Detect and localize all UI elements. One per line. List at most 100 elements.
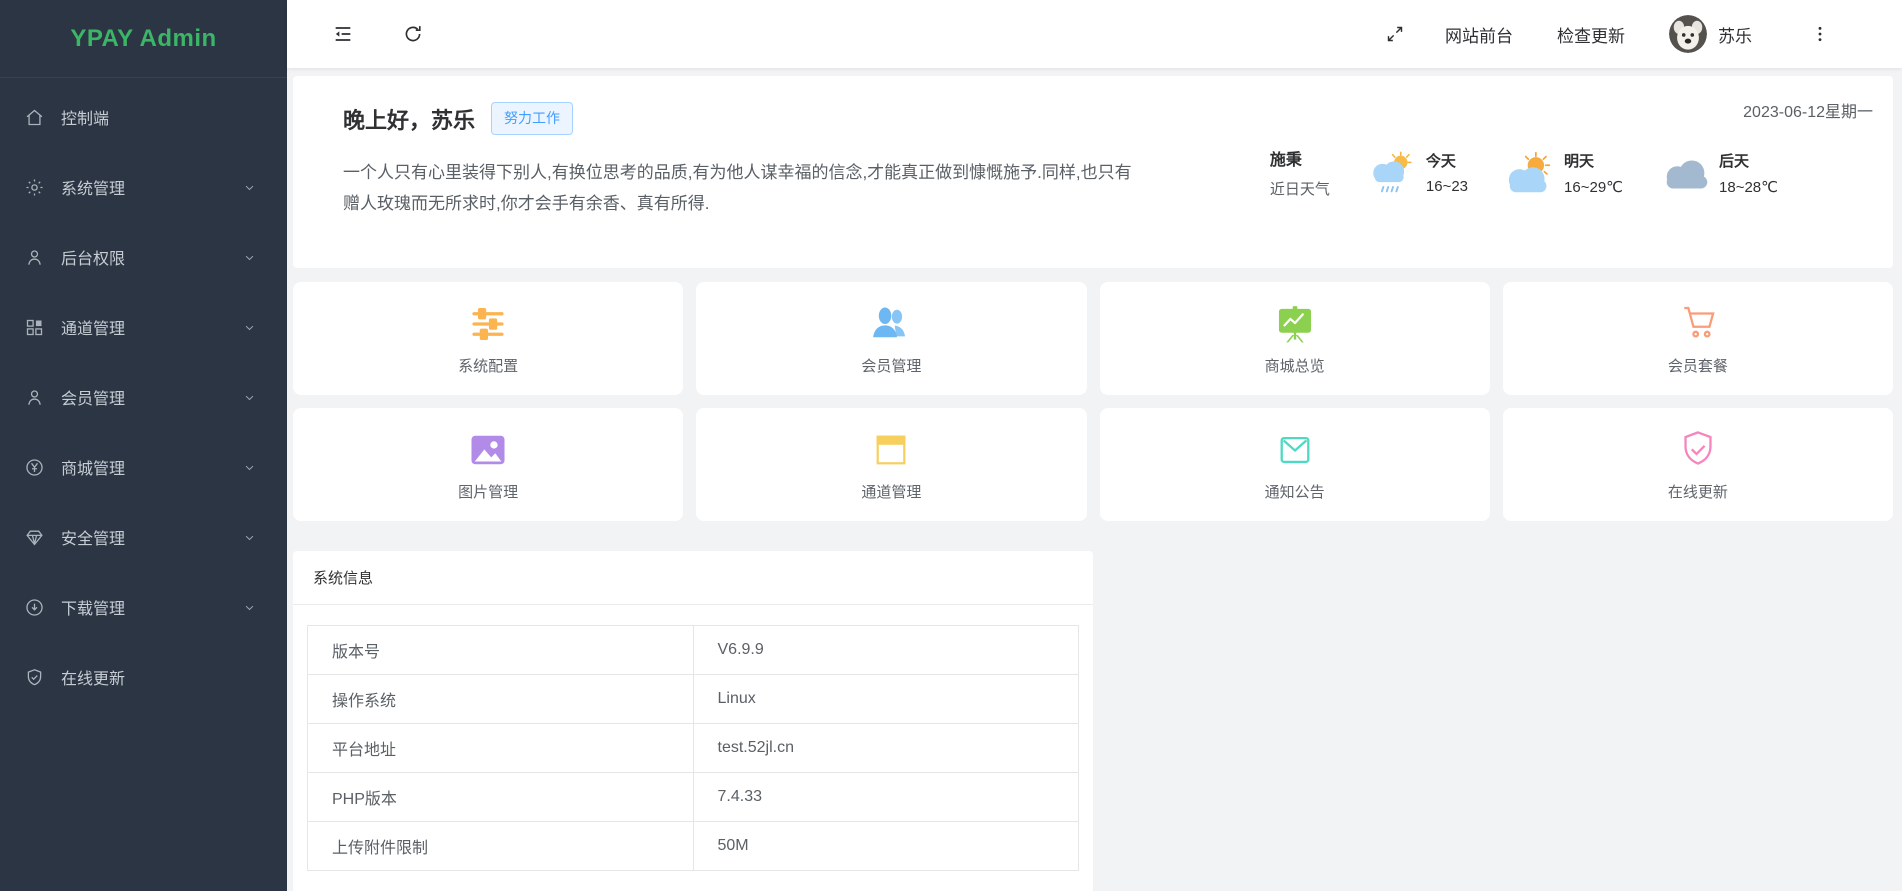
shortcut-member-manage[interactable]: 会员管理 bbox=[696, 282, 1086, 395]
cart-icon bbox=[1672, 301, 1724, 347]
info-row-value: 50M bbox=[693, 822, 1079, 871]
sidebar-item-permission[interactable]: 后台权限 bbox=[0, 222, 287, 292]
info-row: 上传附件限制50M bbox=[308, 822, 1079, 871]
chevron-down-icon bbox=[242, 460, 257, 475]
weather-city: 施秉近日天气 bbox=[1270, 146, 1330, 199]
shortcut-member-package[interactable]: 会员套餐 bbox=[1503, 282, 1893, 395]
content-area: 晚上好，苏乐 努力工作 一个人只有心里装得下别人,有换位思考的品质,有为他人谋幸… bbox=[287, 68, 1902, 891]
shortcut-channel-manage[interactable]: 通道管理 bbox=[696, 408, 1086, 521]
shortcut-mall-overview[interactable]: 商城总览 bbox=[1100, 282, 1490, 395]
shortcut-notice[interactable]: 通知公告 bbox=[1100, 408, 1490, 521]
sidebar-item-security[interactable]: 安全管理 bbox=[0, 502, 287, 572]
sidebar-item-label: 商城管理 bbox=[61, 455, 125, 479]
shortcut-label: 会员套餐 bbox=[1668, 355, 1728, 376]
fullscreen-icon[interactable] bbox=[1385, 24, 1405, 44]
yen-circle-icon bbox=[24, 457, 45, 478]
motto-badge: 努力工作 bbox=[491, 102, 573, 135]
shield-check-icon bbox=[24, 667, 45, 688]
weather-day: 今天16~23 bbox=[1366, 150, 1468, 196]
user-icon bbox=[24, 247, 45, 268]
shortcut-label: 商城总览 bbox=[1265, 355, 1325, 376]
gem-icon bbox=[24, 527, 45, 548]
sidebar-item-system[interactable]: 系统管理 bbox=[0, 152, 287, 222]
main-area: 网站前台 检查更新 苏乐 晚上好，苏乐 努力工作 一个人只有心里装得下别人,有换… bbox=[287, 0, 1902, 891]
sidebar-item-label: 下载管理 bbox=[61, 595, 125, 619]
shortcut-label: 会员管理 bbox=[861, 355, 921, 376]
chart-board-icon bbox=[1269, 301, 1321, 347]
gear-icon bbox=[24, 177, 45, 198]
weather-city-name: 施秉 bbox=[1270, 146, 1330, 170]
sidebar-item-label: 会员管理 bbox=[61, 385, 125, 409]
sidebar-item-channel[interactable]: 通道管理 bbox=[0, 292, 287, 362]
weather-day: 明天16~29℃ bbox=[1504, 150, 1623, 196]
weather-day-temp: 18~28℃ bbox=[1719, 178, 1778, 196]
sun-cloud-rain-icon bbox=[1366, 150, 1422, 196]
info-row: 版本号V6.9.9 bbox=[308, 626, 1079, 675]
sidebar-item-label: 安全管理 bbox=[61, 525, 125, 549]
sidebar-item-label: 后台权限 bbox=[61, 245, 125, 269]
system-info-panel: 系统信息 版本号V6.9.9操作系统Linux平台地址test.52jl.cnP… bbox=[293, 551, 1093, 891]
blocks-icon bbox=[24, 317, 45, 338]
avatar[interactable] bbox=[1669, 15, 1707, 53]
sidebar-item-download[interactable]: 下载管理 bbox=[0, 572, 287, 642]
daily-quote: 一个人只有心里装得下别人,有换位思考的品质,有为他人谋幸福的信念,才能真正做到慷… bbox=[343, 157, 1148, 219]
username[interactable]: 苏乐 bbox=[1718, 22, 1752, 47]
sliders-icon bbox=[462, 301, 514, 347]
sidebar-item-member[interactable]: 会员管理 bbox=[0, 362, 287, 432]
refresh-icon[interactable] bbox=[402, 23, 424, 45]
weather-day-info: 后天18~28℃ bbox=[1719, 150, 1778, 196]
sidebar-item-label: 系统管理 bbox=[61, 175, 125, 199]
shortcut-label: 在线更新 bbox=[1668, 481, 1728, 502]
current-date: 2023-06-12星期一 bbox=[1743, 98, 1873, 122]
more-menu-icon[interactable] bbox=[1810, 24, 1830, 44]
sidebar-item-console[interactable]: 控制端 bbox=[0, 82, 287, 152]
download-circle-icon bbox=[24, 597, 45, 618]
weather-city-label: 近日天气 bbox=[1270, 178, 1330, 199]
system-info-table: 版本号V6.9.9操作系统Linux平台地址test.52jl.cnPHP版本7… bbox=[307, 625, 1079, 871]
image-icon bbox=[462, 427, 514, 473]
sidebar-item-update[interactable]: 在线更新 bbox=[0, 642, 287, 712]
info-row-value: Linux bbox=[693, 675, 1079, 724]
shortcut-label: 通道管理 bbox=[861, 481, 921, 502]
cloud-icon bbox=[1659, 150, 1715, 196]
info-row-label: 平台地址 bbox=[308, 724, 694, 773]
check-update-link[interactable]: 检查更新 bbox=[1557, 22, 1625, 47]
collapse-sidebar-icon[interactable] bbox=[332, 23, 354, 45]
info-row-label: 版本号 bbox=[308, 626, 694, 675]
mail-icon bbox=[1269, 427, 1321, 473]
weather-day-temp: 16~23 bbox=[1426, 178, 1468, 195]
greeting-row: 晚上好，苏乐 努力工作 bbox=[343, 102, 1863, 135]
users-icon bbox=[865, 301, 917, 347]
window-icon bbox=[865, 427, 917, 473]
chevron-down-icon bbox=[242, 600, 257, 615]
shortcut-label: 图片管理 bbox=[458, 481, 518, 502]
shortcut-label: 通知公告 bbox=[1265, 481, 1325, 502]
sidebar-item-label: 在线更新 bbox=[61, 665, 125, 689]
sidebar-item-mall[interactable]: 商城管理 bbox=[0, 432, 287, 502]
chevron-down-icon bbox=[242, 180, 257, 195]
sidebar-menu: 控制端系统管理后台权限通道管理会员管理商城管理安全管理下载管理在线更新 bbox=[0, 78, 287, 712]
info-row-label: 操作系统 bbox=[308, 675, 694, 724]
app-logo: YPAY Admin bbox=[0, 0, 287, 78]
shield-check-icon bbox=[1672, 427, 1724, 473]
sidebar-item-label: 控制端 bbox=[61, 105, 109, 129]
sidebar: YPAY Admin 控制端系统管理后台权限通道管理会员管理商城管理安全管理下载… bbox=[0, 0, 287, 891]
info-row: PHP版本7.4.33 bbox=[308, 773, 1079, 822]
info-row-label: 上传附件限制 bbox=[308, 822, 694, 871]
shortcut-online-update[interactable]: 在线更新 bbox=[1503, 408, 1893, 521]
sidebar-item-label: 通道管理 bbox=[61, 315, 125, 339]
info-row-value: test.52jl.cn bbox=[693, 724, 1079, 773]
info-row: 平台地址test.52jl.cn bbox=[308, 724, 1079, 773]
weather-day: 后天18~28℃ bbox=[1659, 150, 1778, 196]
weather-day-info: 明天16~29℃ bbox=[1564, 150, 1623, 196]
shortcut-system-config[interactable]: 系统配置 bbox=[293, 282, 683, 395]
system-info-body: 版本号V6.9.9操作系统Linux平台地址test.52jl.cnPHP版本7… bbox=[293, 605, 1093, 891]
info-row-value: 7.4.33 bbox=[693, 773, 1079, 822]
weather-day-name: 明天 bbox=[1564, 150, 1623, 171]
site-frontend-link[interactable]: 网站前台 bbox=[1445, 22, 1513, 47]
info-row-label: PHP版本 bbox=[308, 773, 694, 822]
weather-day-info: 今天16~23 bbox=[1426, 150, 1468, 195]
shortcut-image-manage[interactable]: 图片管理 bbox=[293, 408, 683, 521]
chevron-down-icon bbox=[242, 390, 257, 405]
shortcut-label: 系统配置 bbox=[458, 355, 518, 376]
